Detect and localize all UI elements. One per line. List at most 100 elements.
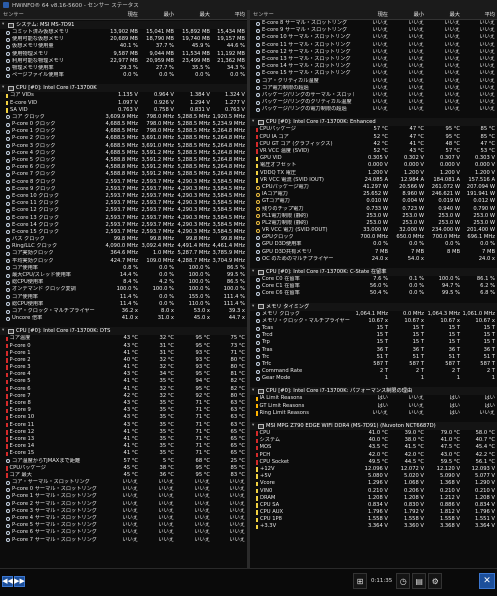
sensor-row[interactable]: IA Limit Reasons はい いいえ はい はい: [250, 395, 497, 402]
sensor-row[interactable]: E-core 8 43 °C 35 °C 71 °C 63 °C: [0, 400, 247, 407]
sensor-row[interactable]: Core C1 在留率 56.0 % 0.0 % 94.7 % 6.2 %: [250, 283, 497, 290]
sensor-row[interactable]: SA VID 0.763 V 0.758 V 0.831 V 0.763 V: [0, 107, 247, 114]
sensor-row[interactable]: E-core 13 41 °C 35 °C 71 °C 65 °C: [0, 436, 247, 443]
sensor-row[interactable]: E-core 15 サーマル・スロットリング いいえ いいえ いいえ いいえ: [250, 70, 497, 77]
sensor-row[interactable]: Tras 36 T 36 T 36 T 36 T: [250, 347, 497, 354]
sensor-row[interactable]: コア・クリティカル温度 いいえ いいえ いいえ いいえ: [250, 78, 497, 85]
sensor-row[interactable]: P-core 7 サーマル・スロットリング いいえ いいえ いいえ いいえ: [0, 537, 247, 544]
sensor-row[interactable]: CPU GT コア (グラフィックス) 42 °C 41 °C 48 °C 47 °C: [250, 141, 497, 148]
sensor-row[interactable]: 使用物理メモリ 9,587 MB 9,044 MB 11,534 MB 11,192 M…: [0, 51, 247, 58]
sensor-row[interactable]: Uncore 倍率 41.0 x 31.0 x 45.0 x 44.7 x: [0, 315, 247, 322]
sensor-row[interactable]: コア 最大 45 °C 36 °C 95 °C 83 °C: [0, 472, 247, 479]
sensor-row[interactable]: P-core 5 サーマル・スロットリング いいえ いいえ いいえ いいえ: [0, 522, 247, 529]
sensor-row[interactable]: コミット済み仮想メモリ 13,902 MB 15,041 MB 15,892 MB 15…: [0, 29, 247, 36]
sensor-row[interactable]: E-core 9 サーマル・スロットリング いいえ いいえ いいえ いいえ: [250, 27, 497, 34]
sensor-row[interactable]: 平均実効クロック 424.7 MHz 109.0 MHz 4,288.7 MHz 3,7…: [0, 258, 247, 265]
sensor-row[interactable]: GPU D3D使用率 0.0 % 0.0 % 0.0 % 0.0 %: [250, 241, 497, 248]
sensor-row[interactable]: P-core 7 42 °C 32 °C 92 °C 80 °C: [0, 393, 247, 400]
collapse-chevron-icon[interactable]: ▾: [252, 303, 256, 311]
sensor-row[interactable]: オンデマンド クロック変調 100.0 % 100.0 % 100.0 % 100.0 …: [0, 286, 247, 293]
sensor-row[interactable]: E-core 9 43 °C 35 °C 71 °C 63 °C: [0, 407, 247, 414]
sensor-row[interactable]: E-core 8 サーマル・スロットリング いいえ いいえ いいえ いいえ: [250, 20, 497, 27]
col-sensor[interactable]: センサー: [250, 11, 354, 18]
right-sensor-panel[interactable]: センサー 現在 最小 最大 平均 E-core 8 サーマル・スロットリング いい…: [250, 10, 497, 568]
sensor-row[interactable]: パッケージ/リングのサーマル・スロットリング いいえ いいえ いいえ いいえ: [250, 92, 497, 99]
col-sensor[interactable]: センサー: [0, 11, 104, 18]
sensor-row[interactable]: CPU 41.0 °C 39.0 °C 79.0 °C 58.0 °C: [250, 430, 497, 437]
sensor-row[interactable]: VR VCC 温度 (SVID) 52 °C 43 °C 57 °C 53 °C: [250, 148, 497, 155]
sensor-row[interactable]: P-core 0 43 °C 31 °C 95 °C 73 °C: [0, 343, 247, 350]
sensor-row[interactable]: VIN0 0.210 V 0.206 V 0.210 V 0.210 V: [250, 488, 497, 495]
sensor-row[interactable]: GPU VID 0.305 V 0.302 V 0.307 V 0.303 V: [250, 155, 497, 162]
sensor-row[interactable]: E-core 13 クロック 2,593.7 MHz 2,593.7 MHz 4,29…: [0, 215, 247, 222]
expand-right-button[interactable]: ▶▶: [14, 576, 25, 587]
sensor-row[interactable]: Ring Limit Reasons いいえ いいえ はい いいえ: [250, 410, 497, 417]
report-button[interactable]: ▤: [412, 573, 427, 589]
sensor-row[interactable]: 総CPU使用率 11.4 % 0.0 % 110.0 % 111.4 %: [0, 301, 247, 308]
sensor-row[interactable]: E-core VID 1.097 V 0.926 V 1.294 V 1.277 V: [0, 100, 247, 107]
sensor-row[interactable]: GTコア電力 0.010 W 0.004 W 0.019 W 0.012 W: [250, 198, 497, 205]
sensor-row[interactable]: E-core 10 サーマル・スロットリング いいえ いいえ いいえ いいえ: [250, 34, 497, 41]
sensor-row[interactable]: パッケージ/リングの電力制限の超過 いいえ いいえ いいえ いいえ: [250, 106, 497, 113]
sensor-row[interactable]: E-core 9 クロック 2,593.7 MHz 2,593.7 MHz 4,290…: [0, 186, 247, 193]
sensor-row[interactable]: システム 40.0 °C 38.0 °C 41.0 °C 40.7 °C: [250, 437, 497, 444]
col-min[interactable]: 最小: [140, 11, 176, 18]
sensor-row[interactable]: 利用可能な物理メモリ 22,977 MB 20,959 MB 23,499 MB 21,…: [0, 58, 247, 65]
sensor-row[interactable]: CPUパッケージ 57 °C 47 °C 95 °C 85 °C: [250, 126, 497, 133]
sensor-row[interactable]: Trc 51 T 51 T 51 T 51 T: [250, 354, 497, 361]
sensor-row[interactable]: E-core 13 サーマル・スロットリング いいえ いいえ いいえ いいえ: [250, 56, 497, 63]
sensor-row[interactable]: E-core 11 サーマル・スロットリング いいえ いいえ いいえ いいえ: [250, 42, 497, 49]
sensor-group[interactable]: ▾ CPU [#0]: Intel Core i7-13700K: Enhance…: [250, 118, 497, 127]
sensor-row[interactable]: CPU AUX 1.796 V 1.792 V 1.812 V 1.796 V: [250, 509, 497, 516]
sensor-row[interactable]: GPU D3D共有メモリ 7 MB 7 MB 8 MB 7 MB: [250, 249, 497, 256]
col-avg[interactable]: 平均: [462, 11, 497, 18]
sensor-row[interactable]: Ring/LLC クロック 4,090.0 MHz 3,092.4 MHz 4,491…: [0, 243, 247, 250]
sensor-row[interactable]: P-core 6 クロック 4,588.8 MHz 3,591.2 MHz 5,288…: [0, 164, 247, 171]
sensor-row[interactable]: E-core 11 43 °C 35 °C 71 °C 63 °C: [0, 422, 247, 429]
sensor-row[interactable]: P-core 2 40 °C 32 °C 93 °C 80 °C: [0, 357, 247, 364]
collapse-chevron-icon[interactable]: ▾: [2, 21, 6, 29]
col-current[interactable]: 現在: [354, 11, 390, 18]
sensor-row[interactable]: P-core 1 クロック 4,688.5 MHz 798.0 MHz 5,288.5…: [0, 128, 247, 135]
sensor-row[interactable]: パッケージ/リングのクリティカル温度 いいえ いいえ いいえ いいえ: [250, 99, 497, 106]
sensor-row[interactable]: 残りのチップ電力 0.733 W 0.723 W 0.940 W 0.790 W: [250, 206, 497, 213]
settings-button[interactable]: ⚙: [428, 573, 443, 589]
sensor-row[interactable]: コア使用率 11.4 % 0.0 % 155.0 % 111.4 %: [0, 294, 247, 301]
collapse-chevron-icon[interactable]: ▾: [252, 268, 256, 276]
sensor-group[interactable]: ▾ メモリ タイミング: [250, 302, 497, 311]
sensor-row[interactable]: P-core 0 クロック 4,688.5 MHz 798.0 MHz 5,288.5…: [0, 121, 247, 128]
sensor-row[interactable]: IAコア電力 25.652 W 8.960 W 246.621 W 191.941 W: [250, 191, 497, 198]
sensor-row[interactable]: VR VCC 電力 (SVID POUT) 33.000 W 32.000 W 234…: [250, 227, 497, 234]
sensor-row[interactable]: P-core 4 クロック 4,688.5 MHz 3,591.2 MHz 5,288…: [0, 150, 247, 157]
sensor-row[interactable]: 総CPU使用率 8.4 % 4.2 % 100.0 % 86.5 %: [0, 279, 247, 286]
sensor-row[interactable]: コア実効クロック 364.6 MHz 1.0 MHz 5,287.7 MHz 3,785…: [0, 250, 247, 257]
sensor-row[interactable]: GPUクロック 700.0 MHz 650.0 MHz 700.0 MHz 696.1 …: [250, 234, 497, 241]
sensor-row[interactable]: E-core 12 クロック 2,593.7 MHz 2,593.7 MHz 4,29…: [0, 207, 247, 214]
sensor-row[interactable]: CPU 1P8 1.558 V 1.558 V 1.558 V 1.551 V: [250, 516, 497, 523]
sensor-row[interactable]: PL1電力制限 (静的) 253.0 W 253.0 W 253.0 W 253.0 W: [250, 213, 497, 220]
sensor-row[interactable]: P-core 7 クロック 4,588.8 MHz 3,591.2 MHz 5,288…: [0, 171, 247, 178]
sensor-group[interactable]: ▾ CPU [#0]: Intel Core i7-13700K: DTS: [0, 327, 247, 336]
sensor-group[interactable]: ▾ CPU [#0]: Intel Core i7-13700K: [0, 84, 247, 93]
sensor-group[interactable]: ▾ CPU [#0]: Intel Core i7-13700K: パフォーマンス…: [250, 387, 497, 396]
sensor-row[interactable]: 最大CPU/スレッド使用率 14.4 % 0.0 % 100.0 % 99.5 %: [0, 272, 247, 279]
sensor-row[interactable]: E-core 14 クロック 2,593.7 MHz 2,593.7 MHz 4,29…: [0, 222, 247, 229]
sensor-row[interactable]: P-core 6 サーマル・スロットリング いいえ いいえ いいえ いいえ: [0, 529, 247, 536]
sensor-row[interactable]: CPUパッケージ 45 °C 38 °C 95 °C 85 °C: [0, 465, 247, 472]
sensor-row[interactable]: CPUパッケージ電力 41.297 W 20.566 W 261.072 W 207.0…: [250, 184, 497, 191]
sensor-row[interactable]: CPU IA コア 52 °C 47 °C 95 °C 85 °C: [250, 134, 497, 141]
sensor-row[interactable]: Core C0 在留率 7.6 % 0.1 % 100.0 % 86.1 %: [250, 276, 497, 283]
sensor-row[interactable]: Trfc 587 T 587 T 587 T 587 T: [250, 361, 497, 368]
sensor-row[interactable]: 物理メモリ使用率 29.3 % 27.7 % 35.5 % 34.3 %: [0, 65, 247, 72]
sensor-row[interactable]: P-core 5 41 °C 35 °C 94 °C 82 °C: [0, 378, 247, 385]
close-button[interactable]: ✕: [479, 573, 495, 589]
sensor-row[interactable]: +3.3V 3.364 V 3.360 V 3.368 V 3.364 V: [250, 523, 497, 530]
clock-reset-button[interactable]: ◷: [396, 573, 411, 589]
sensor-row[interactable]: P-core 3 クロック 4,688.5 MHz 3,691.0 MHz 5,288…: [0, 143, 247, 150]
sensor-row[interactable]: E-core 15 41 °C 35 °C 71 °C 65 °C: [0, 450, 247, 457]
col-max[interactable]: 最大: [426, 11, 462, 18]
sensor-row[interactable]: +5V 5.080 V 5.020 V 5.090 V 5.077 V: [250, 473, 497, 480]
sensor-row[interactable]: P-core 5 クロック 4,588.8 MHz 3,591.2 MHz 5,288…: [0, 157, 247, 164]
sensor-group[interactable]: ▾ システム: MSI MS-7D91: [0, 21, 247, 29]
sensor-row[interactable]: コア・サーマル・スロットリング いいえ いいえ いいえ いいえ: [0, 479, 247, 486]
